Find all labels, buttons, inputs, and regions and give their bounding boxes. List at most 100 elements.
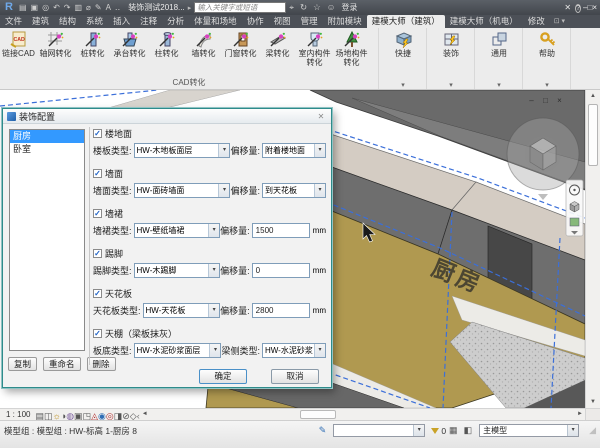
- tab-3[interactable]: 系统: [81, 15, 108, 28]
- tab-11[interactable]: 附加模块: [323, 15, 367, 28]
- cancel-button[interactable]: 取消: [271, 369, 319, 384]
- ribbon-button-axis[interactable]: 轴网转化: [37, 28, 74, 67]
- view-close-button[interactable]: ×: [555, 96, 564, 105]
- panel-expander-icon[interactable]: ▾: [476, 81, 522, 89]
- search-icon[interactable]: ⌖: [289, 2, 294, 12]
- hide-isolate-icon[interactable]: ◉: [98, 411, 106, 421]
- tab-2[interactable]: 结构: [54, 15, 81, 28]
- tab-8[interactable]: 协作: [242, 15, 269, 28]
- tab-13[interactable]: 建模大师（机电）: [445, 15, 523, 28]
- ribbon-display-toggle-icon[interactable]: ⊡ ▾: [550, 15, 569, 28]
- redo-icon[interactable]: ↷: [64, 3, 71, 12]
- ribbon-button-cap[interactable]: 承台转化: [111, 28, 148, 67]
- offset-dropdown[interactable]: HW-水泥砂浆▾: [262, 343, 326, 358]
- tag-icon[interactable]: ✎: [95, 3, 102, 12]
- type-dropdown[interactable]: HW-木地板面层▾: [134, 143, 231, 158]
- open-icon[interactable]: ▤: [19, 3, 27, 12]
- rename-button[interactable]: 重命名: [43, 357, 81, 371]
- room-item-1[interactable]: 卧室: [10, 143, 84, 156]
- checkbox[interactable]: ✓: [93, 289, 102, 298]
- close-button[interactable]: ×: [592, 3, 597, 12]
- show-crop-icon[interactable]: ◳: [83, 411, 92, 421]
- checkbox[interactable]: ✓: [93, 209, 102, 218]
- ribbon-button-pile[interactable]: 桩转化: [74, 28, 111, 67]
- constraints-icon[interactable]: ⊘: [122, 411, 130, 421]
- displacement-icon[interactable]: ◇: [130, 411, 137, 421]
- unlocked-view-icon[interactable]: ◬: [91, 411, 98, 421]
- checkbox[interactable]: ✓: [93, 329, 102, 338]
- save-icon[interactable]: ▣: [31, 3, 39, 12]
- resize-grip[interactable]: ◢: [589, 425, 596, 436]
- horizontal-scrollbar[interactable]: ◄ ►: [140, 409, 585, 420]
- filter-icon[interactable]: [431, 428, 439, 434]
- reveal-hidden-icon[interactable]: ◎: [106, 411, 114, 421]
- checkbox[interactable]: ✓: [93, 129, 102, 138]
- user-icon[interactable]: ☺: [327, 2, 336, 12]
- offset-input[interactable]: 1500: [252, 223, 310, 238]
- tab-10[interactable]: 管理: [296, 15, 323, 28]
- text-icon[interactable]: A: [106, 3, 111, 12]
- tab-1[interactable]: 建筑: [27, 15, 54, 28]
- navigation-bar[interactable]: [566, 180, 583, 236]
- editable-only-icon[interactable]: ✎: [319, 425, 327, 436]
- render-icon[interactable]: ◍: [66, 411, 74, 421]
- tab-5[interactable]: 注释: [135, 15, 162, 28]
- favorites-icon[interactable]: ☆: [313, 2, 321, 12]
- measure-icon[interactable]: ⌀: [86, 3, 91, 12]
- ribbon-button-interior[interactable]: 室内构件转化: [296, 28, 333, 67]
- type-dropdown[interactable]: HW-水泥砂浆面层▾: [134, 343, 222, 358]
- print-icon[interactable]: ▥: [74, 3, 82, 12]
- view-restore-button[interactable]: □: [541, 96, 550, 105]
- signin-button[interactable]: 登录: [341, 2, 357, 13]
- scroll-right-icon[interactable]: ►: [577, 409, 583, 420]
- horizontal-scroll-thumb[interactable]: [300, 410, 336, 419]
- view-minimize-button[interactable]: ‒: [527, 96, 536, 105]
- offset-dropdown[interactable]: 附着楼地面▾: [262, 143, 326, 158]
- offset-input[interactable]: 2800: [252, 303, 310, 318]
- tab-9[interactable]: 视图: [269, 15, 296, 28]
- dialog-close-icon[interactable]: ✕: [315, 112, 327, 121]
- undo-icon[interactable]: ↶: [53, 3, 60, 12]
- copy-button[interactable]: 复制: [8, 357, 37, 371]
- checkbox[interactable]: ✓: [93, 249, 102, 258]
- offset-input[interactable]: 0: [252, 263, 310, 278]
- checkbox[interactable]: ✓: [93, 169, 102, 178]
- ok-button[interactable]: 确定: [199, 369, 247, 384]
- ribbon-button-link-cad[interactable]: CAD链接CAD: [0, 28, 37, 67]
- room-item-0[interactable]: 厨房: [10, 130, 84, 143]
- panel-expander-icon[interactable]: ▾: [524, 81, 570, 89]
- tab-0[interactable]: 文件: [0, 15, 27, 28]
- exchange-apps-icon[interactable]: ✕: [564, 3, 571, 12]
- design-options-icon[interactable]: ▦: [449, 425, 458, 436]
- scroll-down-icon[interactable]: ▼: [586, 396, 600, 408]
- ribbon-button-deco[interactable]: 装饰: [428, 28, 474, 59]
- type-dropdown[interactable]: HW-天花板▾: [143, 303, 221, 318]
- tab-7[interactable]: 体量和场地: [189, 15, 242, 28]
- view-scale[interactable]: 1 : 100: [6, 410, 30, 419]
- title-expand-icon[interactable]: ▸: [188, 4, 192, 12]
- detail-level-icon[interactable]: ▤: [35, 411, 44, 421]
- view-properties-icon[interactable]: ◨: [114, 411, 123, 421]
- panel-expander-icon[interactable]: ▾: [428, 81, 474, 89]
- ribbon-button-beam[interactable]: 梁转化: [259, 28, 296, 67]
- tab-6[interactable]: 分析: [162, 15, 189, 28]
- ribbon-button-general[interactable]: 通用: [476, 28, 522, 59]
- design-option-dropdown[interactable]: 主模型▾: [479, 424, 579, 437]
- search-input[interactable]: [194, 2, 286, 13]
- tab-4[interactable]: 插入: [108, 15, 135, 28]
- scroll-up-icon[interactable]: ▲: [586, 90, 600, 102]
- visual-style-icon[interactable]: ◫: [44, 411, 53, 421]
- vertical-scrollbar[interactable]: ▲ ▼: [585, 90, 600, 408]
- sun-path-icon[interactable]: ☼: [53, 411, 61, 421]
- vertical-scroll-thumb[interactable]: [588, 104, 598, 166]
- sync-icon[interactable]: ◎: [42, 3, 49, 12]
- dialog-title-bar[interactable]: 装饰配置 ✕: [3, 109, 331, 124]
- ribbon-button-column[interactable]: 柱转化: [148, 28, 185, 67]
- ribbon-button-wall[interactable]: 墙转化: [185, 28, 222, 67]
- tab-12[interactable]: 建模大师（建筑）: [367, 15, 445, 28]
- help-icon[interactable]: ?: [575, 4, 581, 13]
- type-dropdown[interactable]: HW-木踢脚▾: [134, 263, 221, 278]
- crop-view-icon[interactable]: ▣: [74, 411, 83, 421]
- ribbon-button-window[interactable]: 门窗转化: [222, 28, 259, 67]
- more-tools-icon[interactable]: ‥: [115, 3, 120, 12]
